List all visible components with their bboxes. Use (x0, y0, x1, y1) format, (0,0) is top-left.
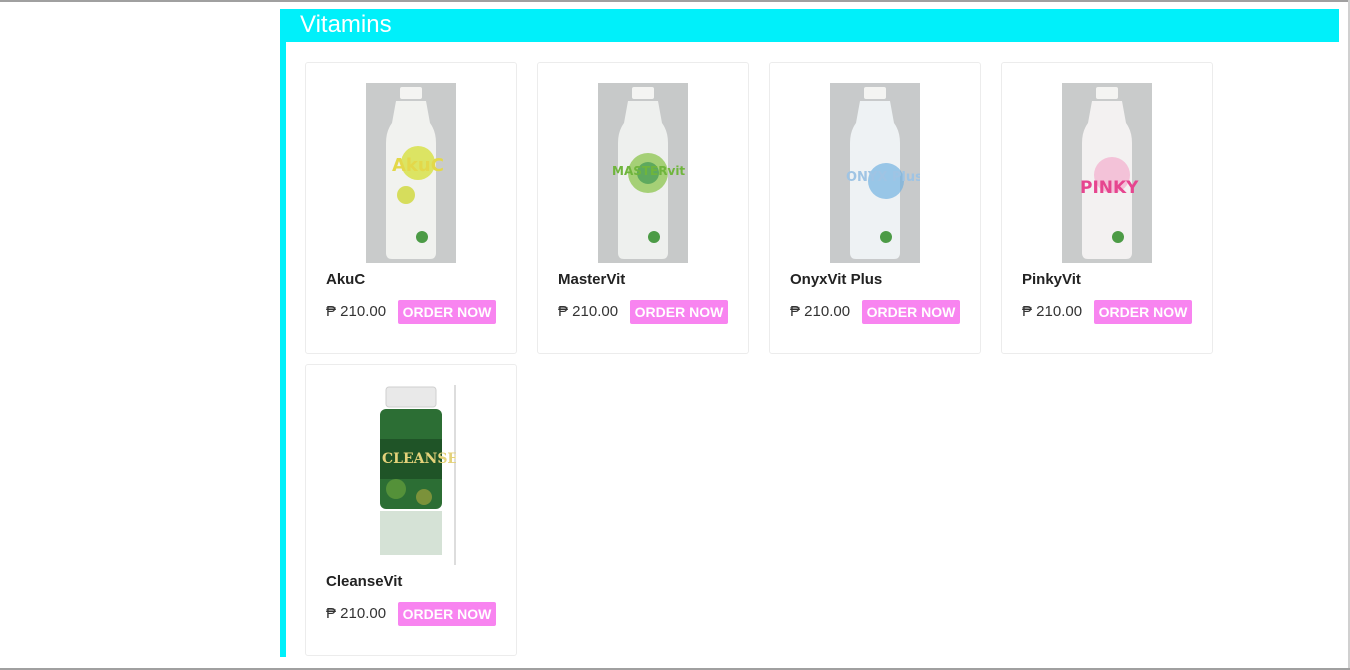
order-now-button[interactable]: ORDER NOW (630, 300, 728, 324)
section-title: Vitamins (300, 11, 392, 38)
pinkyvit-bottle-image[interactable]: PINKY (1062, 83, 1152, 263)
product-price: ₱ 210.00 (558, 303, 619, 320)
order-now-button[interactable]: ORDER NOW (398, 300, 496, 324)
onyxvit-bottle-image[interactable]: ONYX Plus (830, 83, 920, 263)
mastervit-bottle-label: MASTERvit (612, 164, 685, 178)
product-card: AkuC AkuC ₱ 210.00 ORDER NOW (305, 62, 517, 354)
cleansevit-bottle-label: CLEANSE (382, 451, 456, 467)
product-grid: AkuC AkuC ₱ 210.00 ORDER NOW MASTERvit M… (305, 62, 1245, 656)
product-price: ₱ 210.00 (1022, 303, 1083, 320)
mastervit-bottle-image[interactable]: MASTERvit (598, 83, 688, 263)
product-price: ₱ 210.00 (790, 303, 851, 320)
product-price: ₱ 210.00 (326, 605, 387, 622)
product-name[interactable]: OnyxVit Plus (790, 271, 882, 288)
cleansevit-bottle-image[interactable]: CLEANSE (366, 385, 456, 565)
top-border (0, 0, 1350, 2)
vitamins-panel: Vitamins AkuC AkuC ₱ 210.00 ORDER NOW MA… (280, 9, 1340, 657)
akuc-bottle-image[interactable]: AkuC (366, 83, 456, 263)
pinkyvit-bottle-label: PINKY (1080, 178, 1139, 198)
product-name[interactable]: MasterVit (558, 271, 625, 288)
product-name[interactable]: CleanseVit (326, 573, 402, 590)
product-card: ONYX Plus OnyxVit Plus ₱ 210.00 ORDER NO… (769, 62, 981, 354)
onyxvit-bottle-label: ONYX Plus (846, 170, 920, 185)
product-price: ₱ 210.00 (326, 303, 387, 320)
order-now-button[interactable]: ORDER NOW (398, 602, 496, 626)
product-card: CLEANSE CleanseVit ₱ 210.00 ORDER NOW (305, 364, 517, 656)
akuc-bottle-label: AkuC (392, 155, 444, 176)
product-card: MASTERvit MasterVit ₱ 210.00 ORDER NOW (537, 62, 749, 354)
product-name[interactable]: PinkyVit (1022, 271, 1081, 288)
order-now-button[interactable]: ORDER NOW (1094, 300, 1192, 324)
panel-header: Vitamins (286, 9, 1339, 42)
order-now-button[interactable]: ORDER NOW (862, 300, 960, 324)
product-name[interactable]: AkuC (326, 271, 365, 288)
product-card: PINKY PinkyVit ₱ 210.00 ORDER NOW (1001, 62, 1213, 354)
